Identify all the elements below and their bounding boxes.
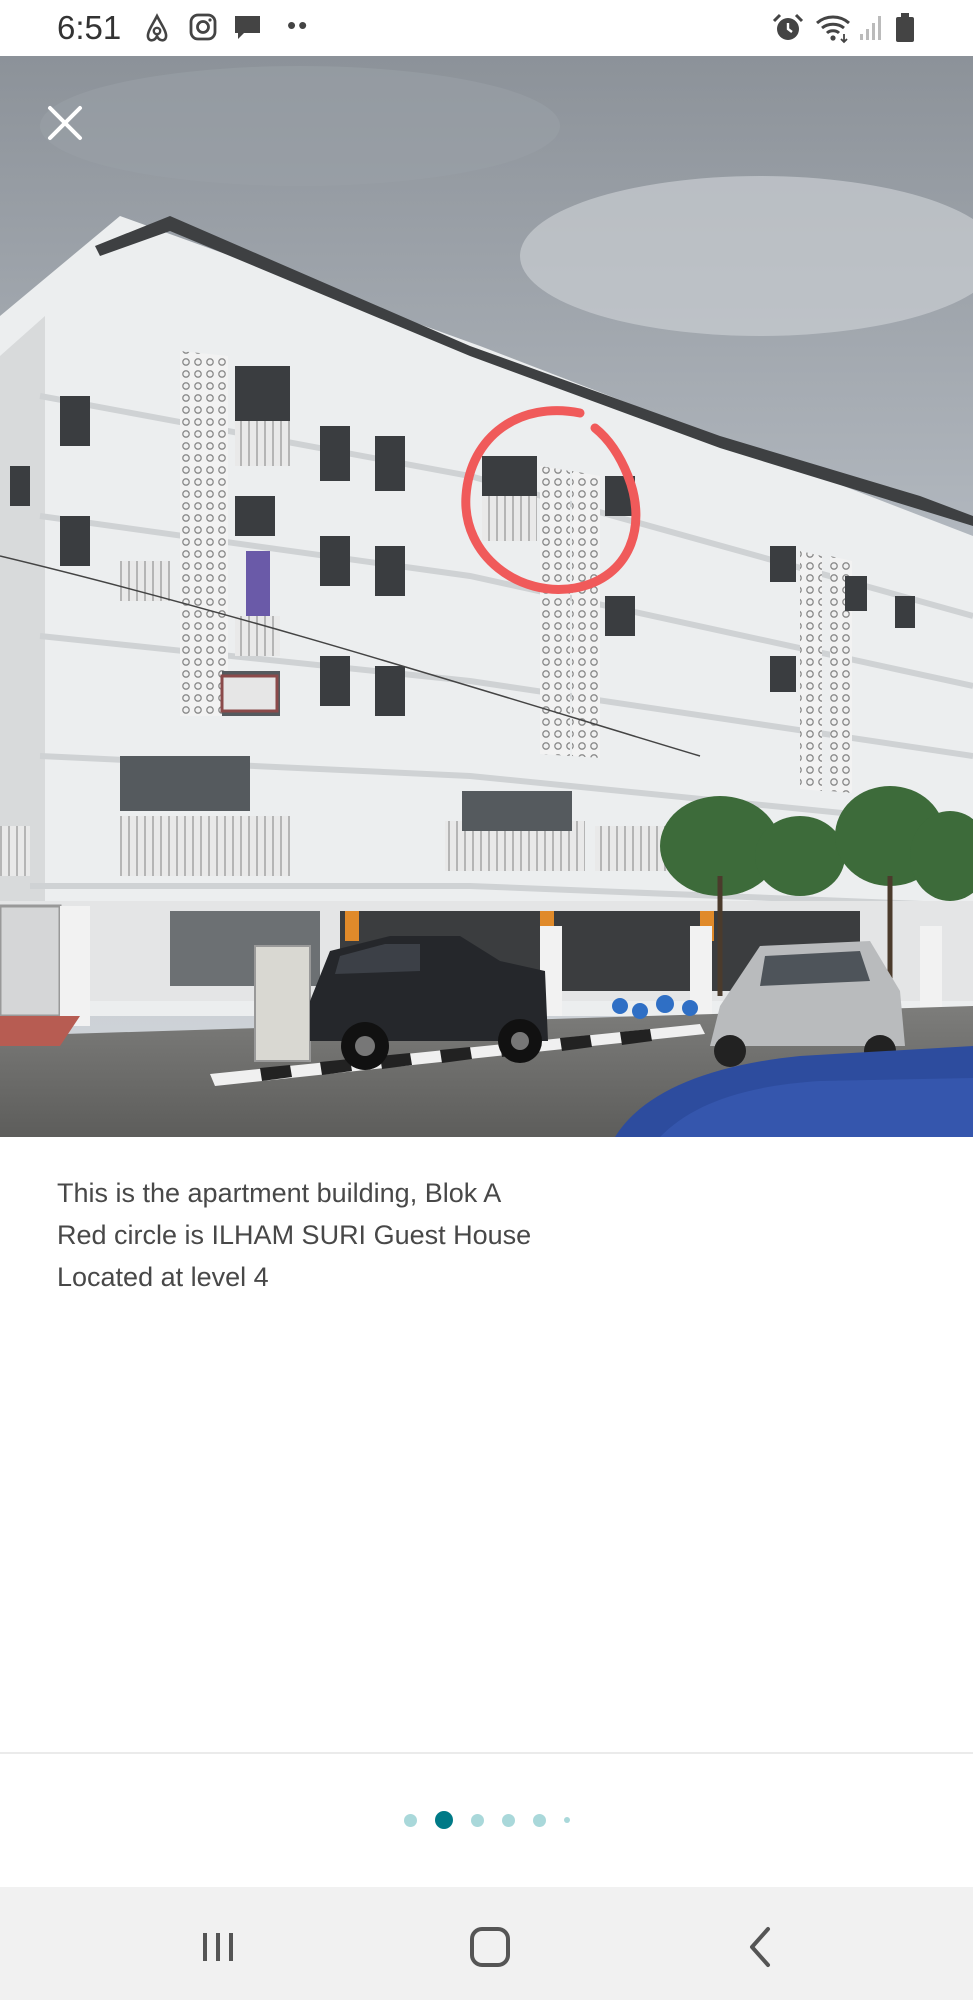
pager-dot-5[interactable]: [532, 1813, 546, 1827]
pager-dot-1[interactable]: [403, 1813, 417, 1827]
system-nav-bar: [0, 1887, 973, 2000]
recent-apps-icon[interactable]: [188, 1917, 248, 1977]
photo-pager: [0, 1808, 973, 1832]
signal-icon: [860, 16, 881, 40]
status-overflow-dots: ••: [287, 10, 310, 40]
caption-line-3: Located at level 4: [57, 1262, 269, 1292]
message-icon: [235, 16, 260, 39]
status-time: 6:51: [57, 9, 122, 46]
battery-icon: [896, 13, 914, 42]
alarm-icon: [772, 13, 804, 40]
back-icon[interactable]: [730, 1917, 790, 1977]
close-icon[interactable]: [40, 98, 90, 148]
home-icon[interactable]: [460, 1917, 520, 1977]
status-bar: 6:51 ••: [0, 0, 973, 56]
wifi-icon: [816, 15, 850, 44]
photo-caption: This is the apartment building, Blok A R…: [57, 1172, 917, 1298]
footer-divider: [0, 1752, 973, 1754]
instagram-icon: [189, 13, 217, 41]
caption-line-2: Red circle is ILHAM SURI Guest House: [57, 1220, 532, 1250]
airbnb-icon: [146, 13, 168, 42]
pager-dot-3[interactable]: [470, 1813, 484, 1827]
pager-dot-4[interactable]: [501, 1813, 515, 1827]
pager-dot-6[interactable]: [563, 1817, 570, 1823]
apartment-photo: [0, 56, 973, 1137]
pager-dot-2-active[interactable]: [434, 1811, 453, 1829]
caption-line-1: This is the apartment building, Blok A: [57, 1178, 502, 1208]
